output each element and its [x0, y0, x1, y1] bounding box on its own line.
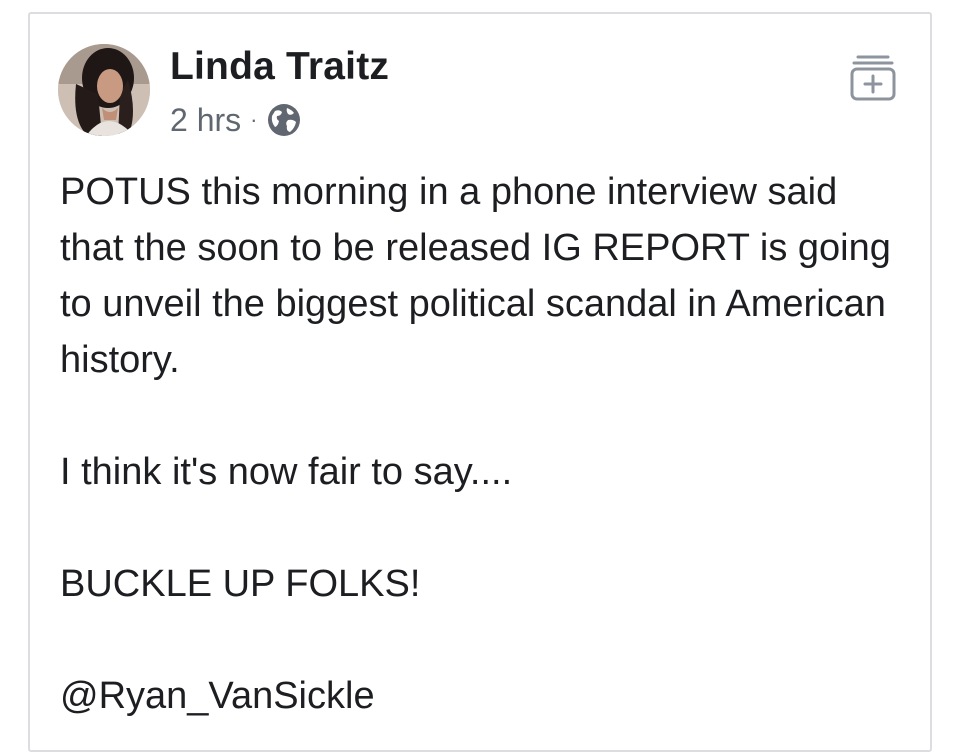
- post-meta: 2 hrs ·: [170, 100, 302, 140]
- avatar[interactable]: [58, 44, 150, 136]
- save-to-collection-button[interactable]: [849, 52, 897, 104]
- profile-photo: [58, 44, 150, 136]
- mention-link[interactable]: @Ryan_VanSickle: [60, 668, 910, 724]
- post-card: Linda Traitz 2 hrs · POTUS this morning …: [28, 12, 932, 752]
- post-paragraph: I think it's now fair to say....: [60, 451, 513, 493]
- post-paragraph: BUCKLE UP FOLKS!: [60, 563, 421, 605]
- author-name[interactable]: Linda Traitz: [170, 45, 389, 89]
- meta-separator: ·: [250, 107, 258, 132]
- post-timestamp[interactable]: 2 hrs: [170, 102, 241, 139]
- post-paragraph: POTUS this morning in a phone interview …: [60, 171, 891, 381]
- post-body: POTUS this morning in a phone interview …: [60, 164, 910, 724]
- globe-icon[interactable]: [266, 102, 302, 138]
- save-collection-plus-icon: [850, 55, 896, 101]
